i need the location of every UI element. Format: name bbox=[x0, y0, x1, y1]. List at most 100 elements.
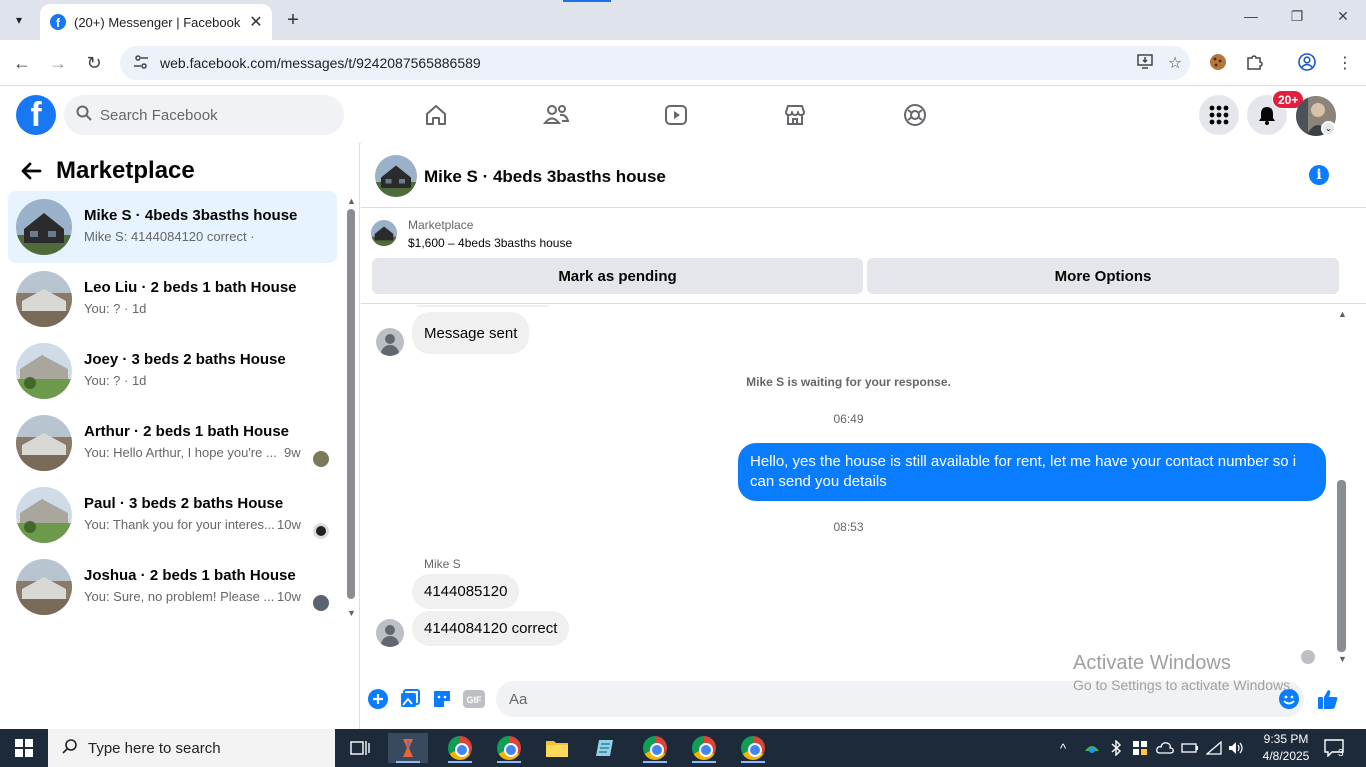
more-options-button[interactable]: More Options bbox=[867, 258, 1339, 294]
incoming-message-bubble: 4144085120 bbox=[412, 574, 520, 609]
tab-search-dropdown-icon[interactable]: ▾ bbox=[6, 8, 32, 32]
chrome-profile-icon[interactable] bbox=[684, 733, 724, 763]
photo-icon[interactable] bbox=[399, 688, 421, 710]
search-icon bbox=[62, 738, 82, 759]
forward-arrow-icon[interactable]: → bbox=[45, 50, 71, 76]
chat-scroll-down-arrow-icon[interactable]: ▼ bbox=[1338, 654, 1347, 664]
sticker-icon[interactable] bbox=[431, 688, 453, 710]
listing-mini-thumbnail[interactable] bbox=[371, 220, 397, 246]
marketplace-icon[interactable] bbox=[775, 99, 815, 131]
minimize-icon[interactable]: — bbox=[1236, 8, 1266, 24]
chrome-profile-icon[interactable] bbox=[489, 733, 529, 763]
chat-header: Mike S · 4beds 3basths house i bbox=[361, 143, 1366, 208]
timestamp: 08:53 bbox=[833, 520, 864, 534]
pinned-app-icon[interactable] bbox=[388, 733, 428, 763]
taskbar-clock[interactable]: 9:35 PM 4/8/2025 bbox=[1256, 731, 1316, 765]
listing-thumbnail bbox=[16, 559, 72, 615]
browser-menu-icon[interactable]: ⋮ bbox=[1334, 53, 1356, 75]
windows-start-icon[interactable] bbox=[0, 729, 48, 767]
chat-listing-thumbnail[interactable] bbox=[375, 155, 417, 197]
friends-icon[interactable] bbox=[536, 99, 576, 131]
conversation-item[interactable]: Arthur · 2 beds 1 bath House You: Hello … bbox=[8, 407, 337, 479]
timestamp: 06:49 bbox=[833, 412, 864, 426]
contact-avatar bbox=[376, 619, 404, 647]
marketplace-listing-bar: Marketplace $1,600 – 4beds 3basths house… bbox=[361, 208, 1366, 304]
notes-app-icon[interactable] bbox=[586, 733, 626, 763]
gaming-icon[interactable] bbox=[895, 99, 935, 131]
waiting-notice: Mike S is waiting for your response. bbox=[746, 375, 951, 389]
omnibox[interactable]: web.facebook.com/messages/t/924208756588… bbox=[120, 46, 1190, 80]
chat-scrollbar[interactable] bbox=[1337, 480, 1346, 652]
inbox-scrollbar[interactable] bbox=[347, 209, 355, 599]
conversation-name: Joshua · 2 beds 1 bath House bbox=[84, 567, 296, 584]
scroll-down-arrow-icon[interactable]: ▼ bbox=[347, 608, 356, 618]
tab-group-indicator bbox=[563, 0, 611, 2]
notification-center-icon[interactable]: 3 bbox=[1324, 729, 1344, 767]
show-hidden-icons-icon[interactable]: ^ bbox=[1060, 729, 1066, 767]
menu-grid-icon[interactable] bbox=[1199, 95, 1239, 135]
back-arrow-icon[interactable] bbox=[20, 160, 42, 189]
install-app-icon[interactable] bbox=[1130, 52, 1160, 75]
url-text[interactable]: web.facebook.com/messages/t/924208756588… bbox=[160, 55, 1130, 71]
info-icon[interactable]: i bbox=[1309, 165, 1329, 185]
conversation-snippet: Mike S: 4144084120 correct · bbox=[84, 229, 255, 244]
conversation-name: Joey · 3 beds 2 baths House bbox=[84, 351, 286, 368]
gif-icon[interactable]: GIF bbox=[463, 688, 485, 710]
wifi-icon[interactable] bbox=[1206, 729, 1222, 767]
listing-thumbnail bbox=[16, 199, 72, 255]
file-explorer-icon[interactable] bbox=[537, 733, 577, 763]
cookie-extension-icon[interactable] bbox=[1207, 53, 1229, 75]
conversation-item[interactable]: Joey · 3 beds 2 baths House You: ? · 1d bbox=[8, 335, 337, 407]
facebook-logo-icon[interactable]: f bbox=[16, 95, 56, 135]
account-chevron-down-icon[interactable]: ⌄ bbox=[1321, 121, 1336, 136]
browser-tab[interactable]: f (20+) Messenger | Facebook ✕ bbox=[40, 4, 272, 40]
conversation-time: 9w bbox=[284, 445, 301, 460]
tab-close-icon[interactable]: ✕ bbox=[246, 12, 266, 32]
conversation-item[interactable]: Joshua · 2 beds 1 bath House You: Sure, … bbox=[8, 551, 337, 623]
chrome-profile-icon[interactable] bbox=[733, 733, 773, 763]
cloud-icon[interactable] bbox=[1156, 729, 1174, 767]
extensions-puzzle-icon[interactable] bbox=[1243, 53, 1265, 75]
tray-app-icon[interactable] bbox=[1084, 729, 1100, 767]
conversation-item[interactable]: Leo Liu · 2 beds 1 bath House You: ? · 1… bbox=[8, 263, 337, 335]
reload-icon[interactable]: ↻ bbox=[81, 50, 107, 76]
mark-as-pending-button[interactable]: Mark as pending bbox=[372, 258, 863, 294]
participant-mini-avatar bbox=[313, 523, 329, 539]
thumbs-up-icon[interactable] bbox=[1317, 688, 1339, 710]
conversation-item[interactable]: Paul · 3 beds 2 baths House You: Thank y… bbox=[8, 479, 337, 551]
taskbar-search-box[interactable]: Type here to search bbox=[48, 729, 335, 767]
conversation-name: Leo Liu · 2 beds 1 bath House bbox=[84, 279, 297, 296]
site-info-icon[interactable] bbox=[126, 54, 156, 73]
message-thread: Message sent Mike S is waiting for your … bbox=[361, 305, 1336, 665]
video-icon[interactable] bbox=[656, 99, 696, 131]
chat-scroll-up-arrow-icon[interactable]: ▲ bbox=[1338, 309, 1347, 319]
facebook-search-box[interactable]: Search Facebook bbox=[64, 95, 344, 135]
back-arrow-icon[interactable]: ← bbox=[9, 50, 35, 76]
profile-icon[interactable] bbox=[1296, 53, 1318, 75]
conversation-snippet: You: ? · 1d bbox=[84, 301, 147, 316]
home-icon[interactable] bbox=[416, 99, 456, 131]
conversation-snippet: You: Hello Arthur, I hope you're ... bbox=[84, 445, 277, 460]
restore-icon[interactable]: ❐ bbox=[1282, 8, 1312, 25]
seen-receipt-avatar bbox=[1301, 650, 1315, 664]
scroll-up-arrow-icon[interactable]: ▲ bbox=[347, 196, 356, 206]
chrome-profile-icon[interactable] bbox=[635, 733, 675, 763]
chat-title[interactable]: Mike S · 4beds 3basths house bbox=[424, 167, 666, 187]
partial-message-bubble bbox=[412, 305, 554, 307]
new-tab-button[interactable]: + bbox=[282, 8, 304, 32]
windows-taskbar: Type here to search ^ 9:35 PM 4/8/2025 3 bbox=[0, 729, 1366, 767]
listing-price-title[interactable]: $1,600 – 4beds 3basths house bbox=[408, 236, 572, 250]
battery-icon[interactable] bbox=[1181, 729, 1199, 767]
close-window-icon[interactable]: ✕ bbox=[1328, 8, 1358, 25]
svg-text:GIF: GIF bbox=[467, 695, 483, 705]
incoming-message-bubble: 4144084120 correct bbox=[412, 611, 570, 646]
chrome-icon[interactable] bbox=[440, 733, 480, 763]
volume-icon[interactable] bbox=[1228, 729, 1244, 767]
defender-icon[interactable] bbox=[1132, 729, 1148, 767]
task-view-icon[interactable] bbox=[340, 733, 380, 763]
bluetooth-icon[interactable] bbox=[1110, 729, 1122, 767]
plus-circle-icon[interactable] bbox=[367, 688, 389, 710]
conversation-item[interactable]: Mike S · 4beds 3basths house Mike S: 414… bbox=[8, 191, 337, 263]
listing-thumbnail bbox=[16, 271, 72, 327]
bookmark-star-icon[interactable]: ☆ bbox=[1160, 53, 1190, 73]
